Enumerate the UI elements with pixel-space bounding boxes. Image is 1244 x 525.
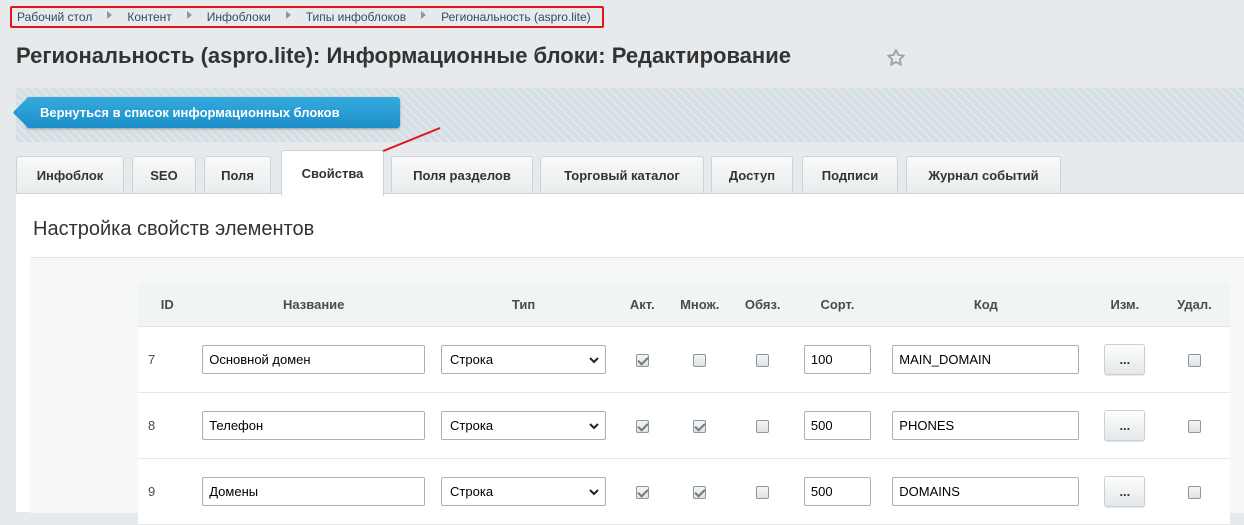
triangle-right-icon (107, 11, 113, 23)
property-name-input[interactable] (202, 477, 426, 506)
breadcrumb: Рабочий стол Контент Инфоблоки Типы инфо… (10, 6, 604, 28)
multiple-checkbox[interactable] (693, 486, 707, 500)
row-id: 8 (138, 392, 197, 459)
column-header-code: Код (880, 283, 1091, 327)
breadcrumb-item-infoblock-types[interactable]: Типы инфоблоков (306, 10, 406, 24)
tab-access[interactable]: Доступ (711, 156, 793, 194)
back-to-list-label: Вернуться в список информационных блоков (40, 105, 340, 120)
tab-label: Инфоблок (36, 168, 104, 183)
star-outline-icon[interactable] (885, 47, 907, 69)
select-value: Строка (450, 352, 494, 367)
active-checkbox[interactable] (635, 354, 649, 368)
tab-label: Подписи (821, 168, 879, 183)
multiple-checkbox[interactable] (693, 420, 707, 434)
tab-label: Торговый каталог (564, 168, 680, 183)
select-value: Строка (450, 484, 494, 499)
column-header-multiple: Множ. (668, 283, 732, 327)
properties-area: ID Название Тип Акт. Множ. Обяз. Сорт. К… (30, 257, 1244, 525)
required-checkbox[interactable] (756, 354, 770, 368)
toolbar: Вернуться в список информационных блоков (16, 88, 1244, 142)
table-row: 9 Строка ... (138, 458, 1230, 525)
property-type-select[interactable]: Строка (441, 477, 607, 506)
tab-label: Журнал событий (928, 168, 1039, 183)
column-header-id: ID (138, 283, 197, 327)
sort-input[interactable] (803, 411, 871, 440)
property-name-input[interactable] (202, 345, 426, 374)
delete-checkbox[interactable] (1187, 420, 1201, 434)
chevron-down-icon (589, 422, 599, 429)
tab-label: SEO (150, 168, 178, 183)
tab-fields[interactable]: Поля (204, 156, 271, 194)
tab-label: Доступ (728, 168, 776, 183)
column-header-type: Тип (430, 283, 617, 327)
delete-checkbox[interactable] (1187, 486, 1201, 500)
active-checkbox[interactable] (635, 486, 649, 500)
multiple-checkbox[interactable] (693, 354, 707, 368)
edit-property-button[interactable]: ... (1104, 476, 1146, 507)
code-input[interactable] (892, 477, 1080, 506)
property-type-select[interactable]: Строка (441, 411, 607, 440)
tab-event-log[interactable]: Журнал событий (906, 156, 1061, 194)
triangle-right-icon (285, 11, 291, 23)
table-row: 8 Строка ... (138, 392, 1230, 459)
property-type-select[interactable]: Строка (441, 345, 607, 374)
property-name-input[interactable] (202, 411, 426, 440)
page-title: Региональность (aspro.lite): Информацион… (16, 43, 791, 68)
edit-property-button[interactable]: ... (1104, 410, 1146, 441)
tab-properties[interactable]: Свойства (281, 150, 384, 196)
column-header-edit: Изм. (1090, 283, 1159, 327)
sort-input[interactable] (803, 345, 871, 374)
breadcrumb-item-infoblocks[interactable]: Инфоблоки (207, 10, 271, 24)
edit-property-button[interactable]: ... (1104, 344, 1146, 375)
row-id: 7 (138, 326, 197, 393)
select-value: Строка (450, 418, 494, 433)
sort-input[interactable] (803, 477, 871, 506)
properties-panel: Настройка свойств элементов ID Название … (16, 193, 1244, 525)
tab-label: Поля (221, 168, 254, 183)
back-to-list-button[interactable]: Вернуться в список информационных блоков (26, 97, 400, 128)
column-header-required: Обяз. (731, 283, 795, 327)
tab-infoblock[interactable]: Инфоблок (16, 156, 124, 194)
tab-label: Поля разделов (413, 168, 511, 183)
chevron-down-icon (589, 356, 599, 363)
column-header-sort: Сорт. (794, 283, 881, 327)
table-row: 7 Строка ... (138, 326, 1230, 393)
active-checkbox[interactable] (635, 420, 649, 434)
triangle-right-icon (186, 11, 192, 23)
code-input[interactable] (892, 345, 1080, 374)
tab-label: Свойства (301, 166, 364, 181)
tab-seo[interactable]: SEO (132, 156, 196, 194)
section-title: Настройка свойств элементов (33, 218, 315, 240)
breadcrumb-item-desktop[interactable]: Рабочий стол (17, 10, 92, 24)
column-header-name: Название (196, 283, 431, 327)
table-header-row: ID Название Тип Акт. Множ. Обяз. Сорт. К… (138, 283, 1230, 327)
column-header-active: Акт. (616, 283, 669, 327)
tab-trade-catalog[interactable]: Торговый каталог (540, 156, 704, 194)
breadcrumb-item-current[interactable]: Региональность (aspro.lite) (441, 10, 591, 24)
chevron-down-icon (589, 488, 599, 495)
required-checkbox[interactable] (756, 420, 770, 434)
triangle-right-icon (421, 11, 427, 23)
tab-captions[interactable]: Подписи (802, 156, 898, 194)
delete-checkbox[interactable] (1187, 354, 1201, 368)
breadcrumb-item-content[interactable]: Контент (127, 10, 171, 24)
column-header-delete: Удал. (1158, 283, 1230, 327)
required-checkbox[interactable] (756, 486, 770, 500)
code-input[interactable] (892, 411, 1080, 440)
row-id: 9 (138, 458, 197, 525)
properties-table: ID Название Тип Акт. Множ. Обяз. Сорт. К… (138, 283, 1230, 525)
